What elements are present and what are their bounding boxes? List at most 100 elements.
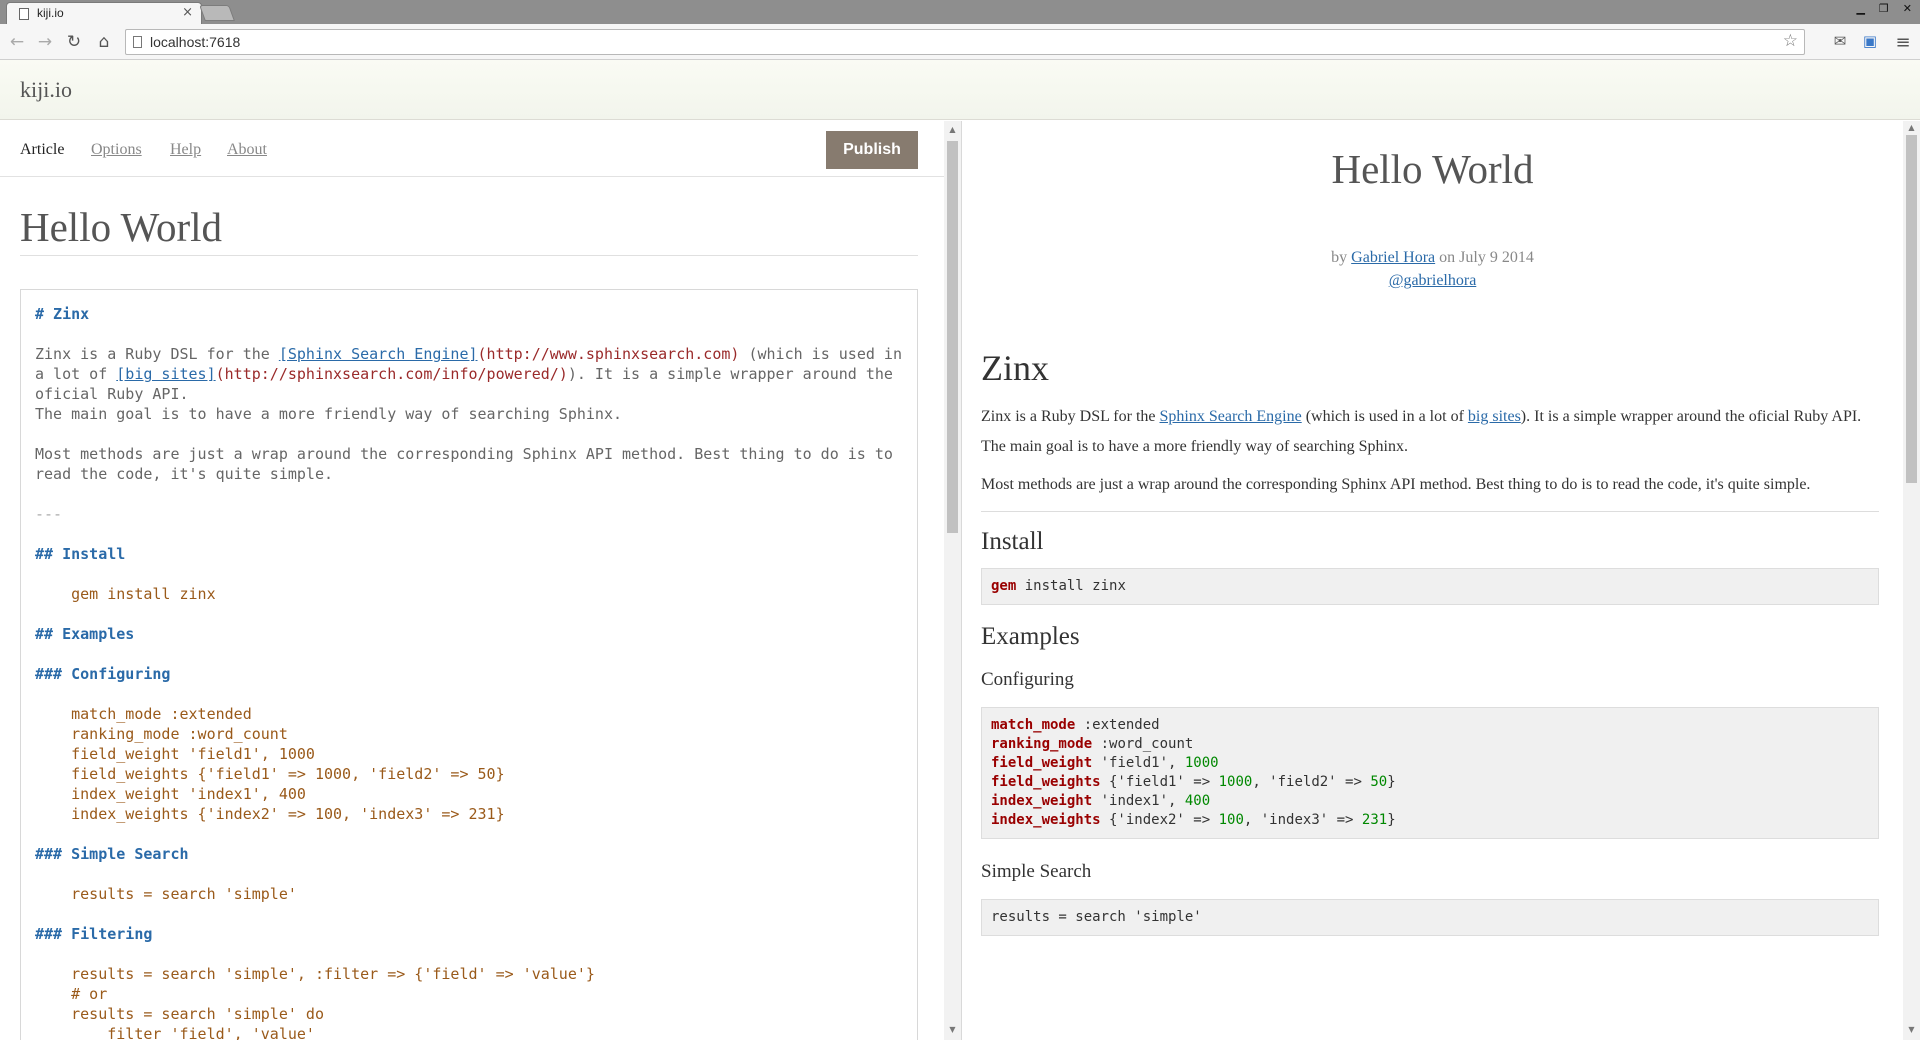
preview-title: Hello World [1331,146,1534,192]
editor-line: results = search 'simple', :filter => {'… [35,965,595,983]
page-icon [133,36,142,48]
code-keyword: match_mode [991,717,1076,733]
editor-line: ## Install [35,545,126,563]
window-controls: ▁ ❐ ✕ [1856,2,1912,15]
editor-scrollbar[interactable]: ▲ ▼ [944,121,961,1040]
twitter-handle-link[interactable]: @gabrielhora [1389,272,1477,289]
text-span: (which is used in [739,345,902,363]
code-keyword: field_weight [991,755,1093,771]
restore-icon[interactable]: ❐ [1879,2,1889,15]
editor-line: oficial Ruby API. [35,385,189,403]
preview-paragraph: Zinx is a Ruby DSL for the Sphinx Search… [981,402,1879,462]
scroll-thumb[interactable] [947,141,958,533]
code-number: 231 [1361,812,1388,828]
sphinx-link[interactable]: Sphinx Search Engine [1160,408,1302,425]
text-span: ). It is a simple wrapper around the ofi… [1520,408,1862,425]
editor-line: # Zinx [35,305,90,323]
editor-pane: Article Options Help About Publish Hello… [0,121,944,1040]
home-icon[interactable]: ⌂ [93,31,115,53]
url-text[interactable]: localhost:7618 [150,34,240,50]
new-tab-button[interactable] [199,5,235,21]
text-span: a lot of [35,365,117,383]
app-logo[interactable]: kiji.io [20,77,72,103]
editor-blank-line [35,944,903,964]
editor-line: index_weight 'index1', 400 [35,785,306,803]
tab-title: kiji.io [37,6,64,20]
tab-close-icon[interactable]: × [182,5,193,20]
code-line: ranking_mode :word_count [991,735,1869,754]
code-text: :extended [1075,717,1160,733]
code-number: 1000 [1218,774,1253,790]
browser-tabstrip: kiji.io × ▁ ❐ ✕ [0,0,1920,24]
browser-tab-active[interactable]: kiji.io × [6,2,202,24]
address-bar[interactable]: localhost:7618 ☆ [125,29,1805,55]
scroll-down-icon[interactable]: ▼ [944,1025,961,1034]
md-link-text: [big sites] [116,365,216,383]
mail-extension-icon[interactable]: ✉ [1830,32,1850,50]
tab-options[interactable]: Options [91,141,142,159]
code-line: index_weight 'index1', 400 [991,792,1869,811]
byline-by: by [1331,249,1348,266]
minimize-icon[interactable]: ▁ [1856,2,1864,15]
forward-icon[interactable]: → [34,31,56,53]
text-span: The main goal is to have a more friendly… [981,438,1408,455]
editor-blank-line [35,604,903,624]
preview-h3-configuring: Configuring [981,669,1074,690]
reload-icon[interactable]: ↻ [63,31,85,53]
code-text: } [1387,774,1396,790]
scroll-up-icon[interactable]: ▲ [944,125,961,134]
text-span: ). It is a simple wrapper around the [567,365,893,383]
editor-line: ranking_mode :word_count [35,725,288,743]
publish-button[interactable]: Publish [826,131,918,169]
code-text: , 'field2' => [1252,774,1371,790]
editor-blank-line [35,484,903,504]
bookmark-star-icon[interactable]: ☆ [1783,31,1798,51]
back-icon[interactable]: ← [6,31,28,53]
calendar-extension-icon[interactable]: ▣ [1860,32,1880,50]
preview-h3-simple-search: Simple Search [981,861,1092,882]
editor-line: field_weights {'field1' => 1000, 'field2… [35,765,505,783]
editor-line: index_weights {'index2' => 100, 'index3'… [35,805,505,823]
browser-menu-icon[interactable]: ≡ [1893,32,1913,53]
code-number: 50 [1370,774,1388,790]
scroll-thumb[interactable] [1906,135,1917,483]
big-sites-link[interactable]: big sites [1468,408,1521,425]
code-block-install: gem install zinx [981,568,1879,605]
code-text: {'index2' => [1100,812,1219,828]
preview-h2-install: Install [981,528,1044,555]
md-url-text: (http://sphinxsearch.com/info/powered/) [215,365,568,383]
md-url-text: (http://www.sphinxsearch.com) [477,345,740,363]
editor-line: match_mode :extended [35,705,252,723]
code-text: 'index1', [1092,793,1185,809]
editor-line: field_weight 'field1', 1000 [35,745,315,763]
markdown-editor[interactable]: # Zinx Zinx is a Ruby DSL for the [Sphin… [20,289,918,1040]
title-input[interactable]: Hello World [20,203,918,256]
code-keyword: ranking_mode [991,736,1093,752]
preview-paragraph: Most methods are just a wrap around the … [981,476,1811,493]
editor-blank-line [35,904,903,924]
code-text: 'field1', [1092,755,1185,771]
scroll-down-icon[interactable]: ▼ [1903,1025,1920,1034]
window-close-icon[interactable]: ✕ [1903,2,1912,15]
md-link-text: [Sphinx Search Engine] [278,345,478,363]
scroll-up-icon[interactable]: ▲ [1903,123,1920,132]
editor-blank-line [35,424,903,444]
code-text: results = search 'simple' [991,909,1202,925]
author-link[interactable]: Gabriel Hora [1351,249,1435,266]
browser-toolbar: ← → ↻ ⌂ localhost:7618 ☆ ✉ ▣ ≡ [0,24,1920,60]
code-block-configuring: match_mode :extended ranking_mode :word_… [981,707,1879,839]
editor-line: ### Filtering [35,925,153,943]
preview-pane: Hello World by Gabriel Hora on July 9 20… [962,121,1903,1040]
code-block-simple-search: results = search 'simple' [981,899,1879,936]
code-text: } [1387,812,1396,828]
editor-blank-line [35,684,903,704]
text-span: (which is used in a lot of [1301,408,1468,425]
tab-article[interactable]: Article [20,141,64,159]
code-line: field_weight 'field1', 1000 [991,754,1869,773]
tab-about[interactable]: About [227,141,267,159]
preview-scrollbar[interactable]: ▲ ▼ [1903,121,1920,1040]
tab-help[interactable]: Help [170,141,201,159]
code-line: field_weights {'field1' => 1000, 'field2… [991,773,1869,792]
editor-line: Most methods are just a wrap around the … [35,445,893,463]
code-keyword: field_weights [991,774,1101,790]
